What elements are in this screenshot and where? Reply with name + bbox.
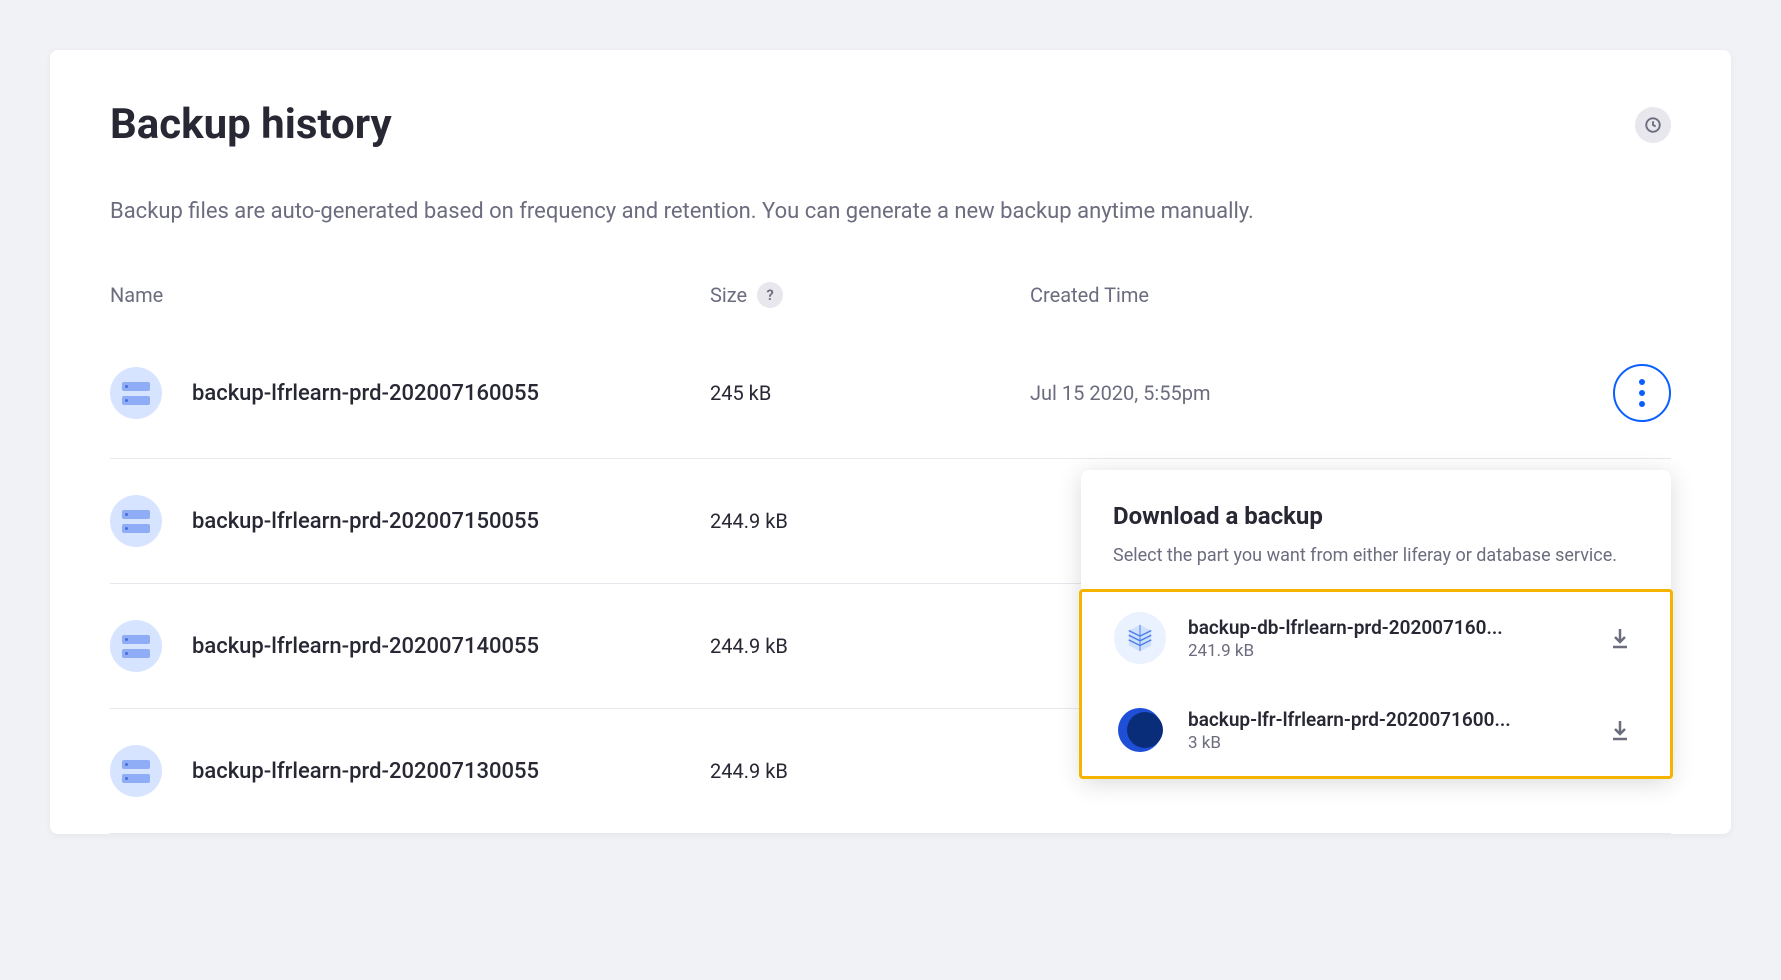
- download-icon: [1608, 626, 1632, 650]
- popover-item-name: backup-db-lfrlearn-prd-202007160...: [1188, 616, 1580, 639]
- table-header: Name Size ? Created Time: [110, 272, 1671, 328]
- popover-item[interactable]: backup-db-lfrlearn-prd-202007160... 241.…: [1082, 592, 1670, 684]
- history-clock-button[interactable]: [1635, 107, 1671, 143]
- column-header-created: Created Time: [1030, 283, 1601, 307]
- popover-description: Select the part you want from either lif…: [1081, 542, 1671, 569]
- backup-size: 244.9 kB: [710, 634, 1030, 658]
- download-button[interactable]: [1602, 712, 1638, 748]
- column-header-size-label: Size: [710, 283, 747, 307]
- backup-icon: [110, 620, 162, 672]
- database-icon: [1114, 612, 1166, 664]
- clock-icon: [1644, 116, 1662, 134]
- popover-item-size: 241.9 kB: [1188, 641, 1580, 661]
- row-actions-menu-button[interactable]: [1613, 364, 1671, 422]
- backup-size: 245 kB: [710, 381, 1030, 405]
- page-title: Backup history: [110, 100, 392, 149]
- popover-items-highlight: backup-db-lfrlearn-prd-202007160... 241.…: [1079, 589, 1673, 779]
- backup-icon: [110, 495, 162, 547]
- column-header-name: Name: [110, 283, 710, 307]
- page-description: Backup files are auto-generated based on…: [110, 199, 1671, 224]
- backup-icon: [110, 745, 162, 797]
- table-row: backup-lfrlearn-prd-202007160055 245 kB …: [110, 328, 1671, 459]
- column-header-size: Size ?: [710, 282, 1030, 308]
- backup-icon: [110, 367, 162, 419]
- backup-name: backup-lfrlearn-prd-202007130055: [192, 759, 539, 784]
- backup-size: 244.9 kB: [710, 509, 1030, 533]
- popover-item-name: backup-lfr-lfrlearn-prd-2020071600...: [1188, 708, 1580, 731]
- download-backup-popover: Download a backup Select the part you wa…: [1081, 470, 1671, 779]
- backup-name: backup-lfrlearn-prd-202007150055: [192, 509, 539, 534]
- popover-item-size: 3 kB: [1188, 733, 1580, 753]
- download-button[interactable]: [1602, 620, 1638, 656]
- backup-size: 244.9 kB: [710, 759, 1030, 783]
- backup-name: backup-lfrlearn-prd-202007160055: [192, 381, 539, 406]
- help-icon[interactable]: ?: [757, 282, 783, 308]
- popover-title: Download a backup: [1081, 502, 1671, 530]
- liferay-icon: [1114, 704, 1166, 756]
- backup-created: Jul 15 2020, 5:55pm: [1030, 381, 1601, 405]
- backup-history-card: Backup history Backup files are auto-gen…: [50, 50, 1731, 834]
- backup-name: backup-lfrlearn-prd-202007140055: [192, 634, 539, 659]
- download-icon: [1608, 718, 1632, 742]
- header-row: Backup history: [110, 100, 1671, 149]
- popover-item[interactable]: backup-lfr-lfrlearn-prd-2020071600... 3 …: [1082, 684, 1670, 776]
